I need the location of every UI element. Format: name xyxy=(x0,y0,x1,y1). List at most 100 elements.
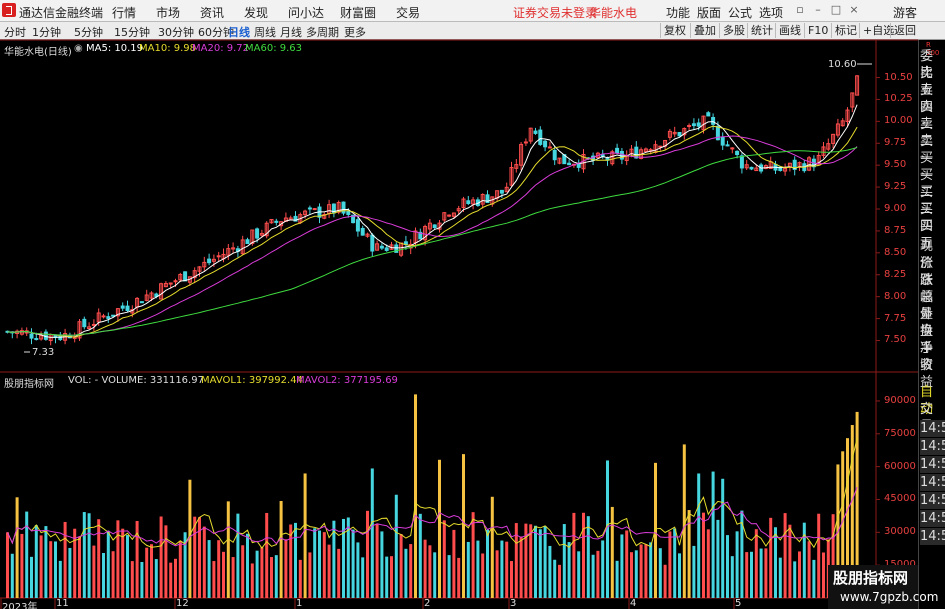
candle-body xyxy=(207,258,212,264)
volume-bar xyxy=(265,512,269,598)
mavol1-line xyxy=(7,438,858,549)
volume-bar xyxy=(106,530,110,598)
candle-body xyxy=(447,214,452,217)
volume-bar xyxy=(308,552,312,598)
legend-ma20: MA20: 9.72 xyxy=(192,43,250,54)
volume-bar xyxy=(92,545,96,598)
trade-time-4: 14:56 xyxy=(920,474,945,491)
volume-bar xyxy=(567,542,571,598)
volume-bar xyxy=(601,540,605,598)
volume-bar xyxy=(150,544,153,598)
trade-time-2: 14:56 xyxy=(920,438,945,455)
volume-bar xyxy=(702,512,705,598)
volume-bar xyxy=(610,506,614,598)
price-tick-label: 10.25 xyxy=(884,93,913,105)
volume-bar xyxy=(788,524,792,598)
volume-bar xyxy=(54,541,57,598)
volume-bar xyxy=(361,557,365,598)
volume-bar xyxy=(298,559,302,598)
date-tick-label: 12 xyxy=(176,598,189,609)
candle-body xyxy=(120,305,125,309)
price-tick-label: 9.25 xyxy=(884,181,907,193)
volume-bar xyxy=(375,523,379,598)
volume-bar xyxy=(87,513,91,598)
volume-bar xyxy=(634,550,638,598)
volume-bar xyxy=(217,540,221,598)
volume-bar xyxy=(615,560,619,598)
volume-bar xyxy=(164,525,168,598)
volume-bar xyxy=(692,545,696,598)
right-quote-panel: R 300 委比 卖五 卖四 卖三 卖二 卖一 买一 买二 买三 买四 买五 现价… xyxy=(918,40,945,609)
volume-bar xyxy=(178,540,182,598)
volume-bar xyxy=(82,512,86,598)
candle-body xyxy=(255,228,260,239)
candle-body xyxy=(274,220,279,223)
volume-bar xyxy=(25,511,29,598)
ma60-line xyxy=(7,147,858,336)
volume-bar xyxy=(428,545,432,598)
volume-bar xyxy=(798,551,801,598)
volume-bar xyxy=(404,548,408,598)
trade-time-3: 14:56 xyxy=(920,456,945,473)
volume-bar xyxy=(457,557,461,598)
legend-ma10: MA10: 9.98 xyxy=(139,43,197,54)
volume-tick-label: 90000 xyxy=(884,394,916,406)
volume-bar xyxy=(39,535,43,598)
volume-bar xyxy=(663,564,667,598)
candle-body xyxy=(111,314,116,317)
volume-bar xyxy=(495,550,499,598)
date-tick-label: 4 xyxy=(630,598,637,609)
volume-bar xyxy=(231,557,235,598)
volume-bar xyxy=(399,534,403,598)
candle-body xyxy=(139,301,144,304)
legend-ma60: MA60: 9.63 xyxy=(245,43,303,54)
ma20-line xyxy=(7,135,858,336)
volume-bar xyxy=(582,512,585,598)
chart-canvas[interactable] xyxy=(0,0,945,609)
volume-bar xyxy=(706,529,710,598)
volume-bar xyxy=(562,524,566,598)
trade-time-5: 14:56 xyxy=(920,492,945,509)
volume-bar xyxy=(294,522,297,598)
volume-bar xyxy=(318,530,321,598)
volume-bar xyxy=(370,468,374,598)
volume-bar xyxy=(20,533,24,598)
volume-bar xyxy=(442,520,446,598)
volume-bar xyxy=(212,561,216,598)
volume-bar xyxy=(658,548,662,598)
legend-mavol1: MAVOL1: 397992.44 xyxy=(201,375,303,386)
volume-bar xyxy=(764,548,768,598)
candle-body xyxy=(125,305,130,312)
volume-bar xyxy=(423,539,427,598)
volume-legend-vol: VOL: - VOLUME: 331116.97 xyxy=(68,375,204,386)
volume-bar xyxy=(10,553,14,598)
volume-bar xyxy=(169,562,173,598)
candle-body xyxy=(82,318,87,328)
volume-bar xyxy=(274,555,278,598)
candle-body xyxy=(735,150,740,156)
volume-bar xyxy=(97,519,101,598)
volume-bar xyxy=(822,552,825,598)
candle-body xyxy=(216,255,221,258)
volume-bar xyxy=(812,559,816,598)
volume-bar xyxy=(673,528,677,598)
volume-tick-label: 45000 xyxy=(884,493,916,505)
volume-bar xyxy=(596,550,600,598)
price-tick-label: 8.75 xyxy=(884,224,907,236)
candle-body xyxy=(615,147,620,154)
ma5-line xyxy=(7,104,858,338)
volume-bar xyxy=(817,513,821,598)
volume-bar xyxy=(159,516,163,598)
candle-body xyxy=(341,201,346,214)
date-tick-label: 5 xyxy=(735,598,742,609)
volume-bar xyxy=(735,531,739,598)
volume-bar xyxy=(572,512,576,598)
dropdown-icon[interactable]: ◉ xyxy=(74,43,83,54)
volume-bar xyxy=(591,554,595,598)
volume-bar xyxy=(586,516,590,598)
candle-body xyxy=(691,123,696,127)
date-tick-label: 11 xyxy=(56,598,69,609)
volume-bar xyxy=(577,551,581,598)
volume-tick-label: 60000 xyxy=(884,460,916,472)
volume-bar xyxy=(548,545,552,598)
